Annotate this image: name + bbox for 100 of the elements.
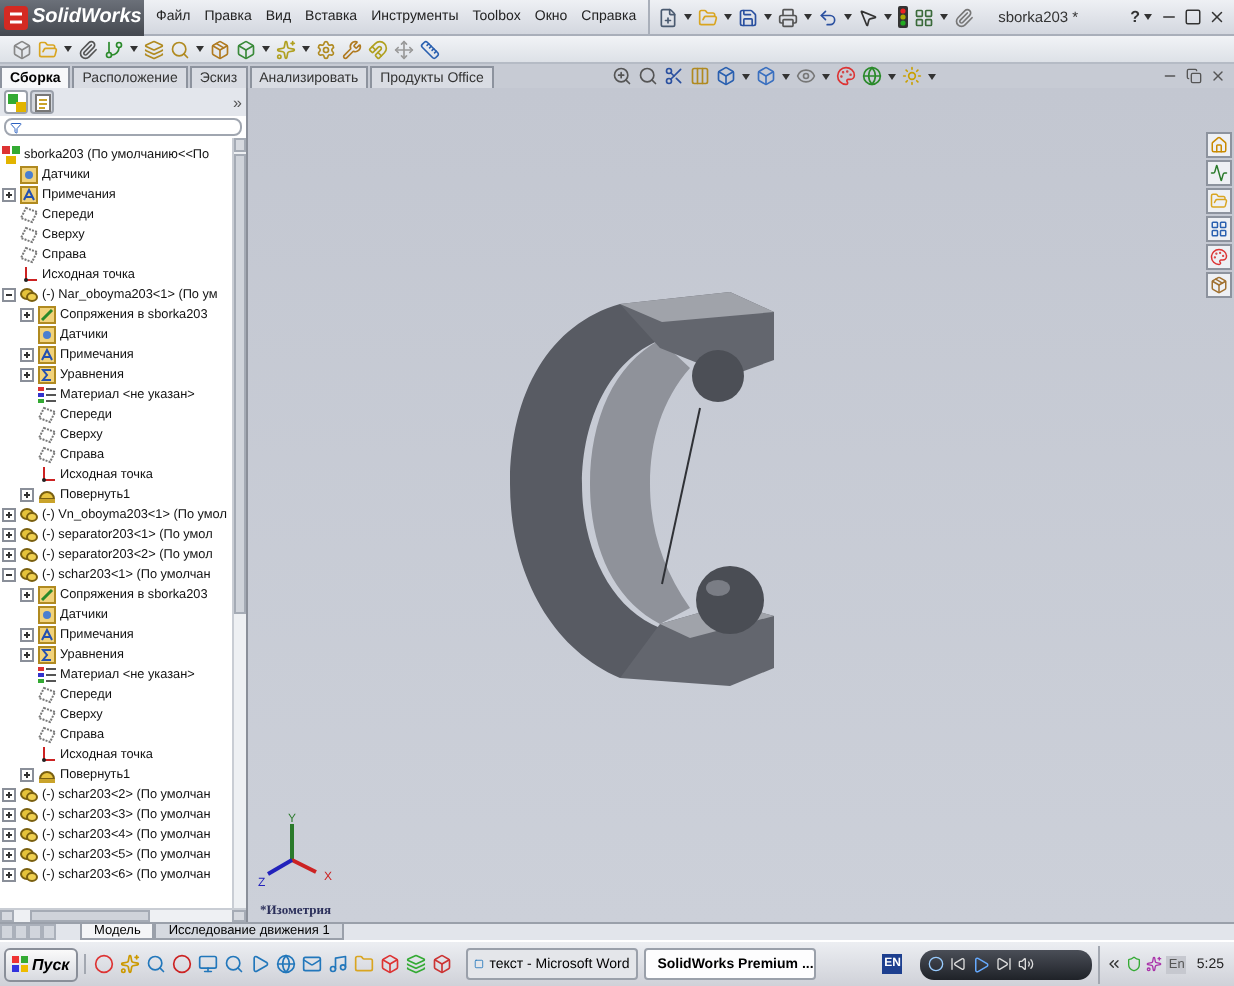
cube-icon[interactable] (12, 39, 32, 59)
caret-icon[interactable] (724, 14, 733, 20)
caret-icon[interactable] (196, 46, 204, 52)
move-icon[interactable] (394, 39, 414, 59)
monitor-icon[interactable] (197, 954, 218, 974)
traffic-light-icon[interactable] (898, 6, 909, 28)
save-icon[interactable] (738, 7, 759, 27)
chevrons-icon[interactable] (1106, 956, 1123, 972)
filter-field[interactable] (4, 118, 242, 136)
caret-icon[interactable] (764, 14, 773, 20)
expand-toggle[interactable] (1, 847, 15, 861)
annotation-folder-icon (38, 345, 56, 363)
help-button[interactable]: ? (1126, 8, 1144, 26)
feature-tree-icon (7, 93, 25, 111)
caret-icon[interactable] (804, 14, 813, 20)
pane-button[interactable] (1206, 244, 1232, 270)
expand-toggle[interactable] (19, 627, 33, 641)
close-icon[interactable] (1210, 68, 1226, 84)
pane-button[interactable] (1206, 216, 1232, 242)
caret-icon[interactable] (130, 46, 138, 52)
expand-button[interactable]: » (233, 93, 242, 111)
circle-icon[interactable] (93, 954, 114, 974)
caret-icon[interactable] (781, 73, 790, 79)
wrench-icon[interactable] (342, 39, 362, 59)
undo-icon[interactable] (818, 7, 839, 27)
caret-icon[interactable] (844, 14, 853, 20)
zoom-in-icon[interactable] (611, 66, 632, 86)
expand-toggle[interactable] (19, 347, 33, 361)
expand-toggle[interactable] (19, 487, 33, 501)
property-icon (33, 93, 51, 111)
search-icon[interactable] (223, 954, 244, 974)
part-icon (20, 285, 38, 303)
caret-icon[interactable] (884, 14, 893, 20)
circle-icon[interactable] (171, 954, 192, 974)
caret-icon[interactable] (821, 73, 830, 79)
new-document-icon[interactable] (658, 7, 679, 27)
cube-icon[interactable] (715, 66, 736, 86)
sparkles-icon[interactable] (1146, 956, 1163, 972)
caret-icon[interactable] (940, 14, 949, 20)
cursor-icon[interactable] (858, 7, 879, 27)
scrollbar[interactable] (232, 138, 246, 908)
ruler-icon[interactable] (420, 39, 440, 59)
expand-toggle[interactable] (19, 307, 33, 321)
search-icon[interactable] (145, 954, 166, 974)
next-icon[interactable] (996, 956, 1013, 972)
caret-icon[interactable] (262, 46, 270, 52)
expand-toggle[interactable] (19, 367, 33, 381)
caret-icon[interactable] (887, 73, 896, 79)
caret-icon[interactable] (741, 73, 750, 79)
revolve-feature-icon (38, 485, 56, 503)
circle-icon[interactable] (928, 956, 945, 972)
paperclip-icon[interactable] (954, 7, 975, 27)
play-icon[interactable] (249, 954, 270, 974)
expand-toggle[interactable] (19, 647, 33, 661)
printer-icon[interactable] (778, 7, 799, 27)
expand-toggle[interactable] (19, 587, 33, 601)
paperclip-icon[interactable] (78, 39, 98, 59)
cube-icon[interactable] (431, 954, 452, 974)
mail-icon[interactable] (301, 954, 322, 974)
scissors-icon[interactable] (663, 66, 684, 86)
volume-icon[interactable] (1018, 956, 1035, 972)
pane-button[interactable] (1206, 272, 1232, 298)
globe-icon[interactable] (275, 954, 296, 974)
expand-toggle[interactable] (1, 567, 15, 581)
expand-toggle[interactable] (19, 767, 33, 781)
expand-toggle[interactable] (1, 787, 15, 801)
restore-icon[interactable] (1186, 68, 1202, 84)
caret-icon[interactable] (927, 73, 936, 79)
cube-icon[interactable] (236, 39, 256, 59)
expand-toggle[interactable] (1, 547, 15, 561)
app-icon (473, 956, 484, 972)
caret-icon[interactable] (64, 46, 72, 52)
maximize-icon[interactable] (1184, 8, 1202, 26)
play-icon[interactable] (972, 955, 991, 973)
options-icon[interactable] (914, 7, 935, 27)
panel-tab[interactable] (4, 90, 28, 114)
caret-icon[interactable] (302, 46, 310, 52)
music-icon[interactable] (327, 954, 348, 974)
close-icon[interactable] (1208, 8, 1226, 26)
search-icon[interactable] (637, 66, 658, 86)
branch-icon[interactable] (104, 39, 124, 59)
expand-toggle[interactable] (1, 807, 15, 821)
expand-toggle[interactable] (1, 867, 15, 881)
scrollbar[interactable] (0, 908, 246, 922)
expand-toggle[interactable] (1, 527, 15, 541)
mate-folder-icon (38, 305, 56, 323)
expand-toggle[interactable] (1, 507, 15, 521)
panel-tab[interactable] (30, 90, 54, 114)
cube-icon[interactable] (379, 954, 400, 974)
caret-icon[interactable] (1144, 14, 1152, 20)
filter-icon (10, 121, 22, 133)
expand-toggle[interactable] (1, 827, 15, 841)
pane-button[interactable] (1206, 160, 1232, 186)
start-button[interactable]: Пуск (4, 947, 78, 981)
pane-button[interactable] (1206, 188, 1232, 214)
previous-icon[interactable] (950, 956, 967, 972)
expand-toggle[interactable] (1, 187, 15, 201)
expand-toggle[interactable] (1, 287, 15, 301)
pane-button[interactable] (1206, 132, 1232, 158)
caret-icon[interactable] (684, 14, 693, 20)
